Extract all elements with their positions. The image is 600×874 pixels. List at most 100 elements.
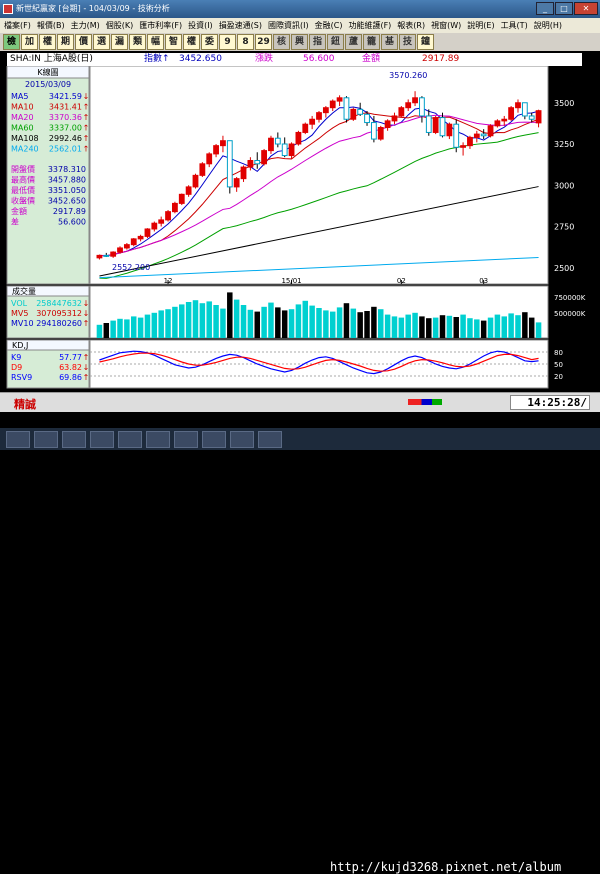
volume-bar — [261, 306, 267, 338]
volume-bar — [357, 312, 363, 338]
toolbar-button[interactable]: 蘆 — [345, 34, 362, 50]
candle-body — [460, 145, 466, 148]
menu-item[interactable]: 報價(B) — [37, 18, 65, 33]
taskbar-app[interactable] — [34, 431, 58, 448]
window-titlebar: 新世紀贏家 [台期] - 104/03/09 - 技術分析 _ □ ✕ — [0, 0, 600, 18]
candle-body — [357, 108, 364, 115]
ma-arrow: ↑ — [83, 134, 90, 143]
taskbar-app[interactable] — [174, 431, 198, 448]
taskbar-app[interactable] — [118, 431, 142, 448]
menu-item[interactable]: 個股(K) — [106, 18, 134, 33]
menu-item[interactable]: 主力(M) — [71, 18, 100, 33]
technical-chart[interactable]: K線圖2015/03/09MA5 3421.59 ↓MA10 3431.41 ↑MA20… — [0, 66, 600, 392]
toolbar-button[interactable]: 權 — [183, 34, 200, 50]
menu-item[interactable]: 說明(H) — [534, 18, 562, 33]
candle-body — [377, 127, 384, 140]
toolbar-button[interactable]: 幅 — [147, 34, 164, 50]
candle-body — [268, 137, 274, 152]
volume-bar — [371, 306, 377, 338]
menu-item[interactable]: 國際資訊(I) — [268, 18, 309, 33]
kd-tick: 20 — [554, 373, 563, 381]
candle-body — [295, 131, 302, 145]
minimize-button[interactable]: _ — [536, 2, 554, 15]
volume-bar — [426, 318, 432, 338]
menu-item[interactable]: 金融(C) — [315, 18, 343, 33]
toolbar-button[interactable]: 類 — [129, 34, 146, 50]
candle-body — [384, 120, 391, 129]
volume-bar — [350, 308, 357, 338]
price-tick: 3500 — [554, 99, 574, 108]
toolbar-button[interactable]: 鐘 — [417, 34, 434, 50]
toolbar-button[interactable]: 8 — [237, 34, 254, 50]
vol-label: MV10 — [11, 319, 34, 328]
candle-body — [391, 115, 398, 122]
menu-item[interactable]: 工具(T) — [501, 18, 528, 33]
toolbar-button[interactable]: 興 — [291, 34, 308, 50]
vol-value: 294180260 — [36, 319, 82, 328]
ma-value: 2992.46 — [49, 134, 82, 143]
volume-bar — [130, 316, 137, 338]
volume-bar — [172, 306, 178, 338]
kd-label: K9 — [11, 353, 21, 362]
volume-bar — [474, 319, 480, 338]
menu-item[interactable]: 損盈速通(S) — [219, 18, 262, 33]
taskbar-app[interactable] — [230, 431, 254, 448]
candle-body — [343, 97, 350, 120]
menu-item[interactable]: 說明(E) — [467, 18, 494, 33]
volume-bar — [137, 317, 144, 338]
menu-item[interactable]: 功能維護(F) — [348, 18, 391, 33]
candle-body — [123, 244, 130, 249]
candle-body — [206, 153, 213, 165]
toolbar-button[interactable]: 指 — [309, 34, 326, 50]
close-button[interactable]: ✕ — [574, 2, 598, 15]
price-tick: 2750 — [554, 223, 574, 232]
candle-body — [508, 107, 515, 120]
menubar: 檔案(F) 報價(B) 主力(M) 個股(K) 匯市利率(F) 投資(I) 損盈速通(S) 國… — [0, 18, 600, 33]
price-panel — [89, 66, 549, 285]
menu-item[interactable]: 報表(R) — [397, 18, 425, 33]
taskbar-app[interactable] — [90, 431, 114, 448]
volume-bar — [165, 309, 171, 338]
volume-bar — [96, 324, 103, 338]
toolbar-button[interactable]: 選 — [93, 34, 110, 50]
toolbar-button[interactable]: 鈕 — [327, 34, 344, 50]
volume-bar — [446, 315, 453, 338]
volume-bar — [419, 316, 425, 338]
toolbar-button[interactable]: 價 — [75, 34, 92, 50]
toolbar-button[interactable]: 9 — [219, 34, 236, 50]
ma-value: 3337.00 — [49, 124, 82, 133]
kd-value: 69.86 — [59, 373, 82, 382]
menu-item[interactable]: 匯市利率(F) — [139, 18, 182, 33]
menu-item[interactable]: 投資(I) — [188, 18, 213, 33]
toolbar-button[interactable]: 29 — [255, 34, 272, 50]
toolbar-button[interactable]: 基 — [381, 34, 398, 50]
toolbar-button[interactable]: 期 — [57, 34, 74, 50]
vol-label: VOL — [11, 299, 28, 308]
toolbar-button[interactable]: 加 — [21, 34, 38, 50]
menu-item[interactable]: 檔案(F) — [4, 18, 31, 33]
toolbar-button[interactable]: 委 — [201, 34, 218, 50]
volume-bar — [117, 318, 123, 338]
taskbar-app[interactable] — [62, 431, 86, 448]
toolbar-button[interactable]: 籠 — [363, 34, 380, 50]
toolbar-button[interactable]: 檢 — [3, 34, 20, 50]
info-panel-title: K線圖 — [37, 67, 58, 77]
volume-bar — [480, 320, 487, 338]
taskbar-app[interactable] — [258, 431, 282, 448]
maximize-button[interactable]: □ — [555, 2, 573, 15]
volume-bar — [391, 316, 398, 338]
toolbar-button[interactable]: 核 — [273, 34, 290, 50]
quote-label: 開盤價 — [11, 164, 35, 174]
taskbar-app[interactable] — [202, 431, 226, 448]
toolbar-button[interactable]: 漏 — [111, 34, 128, 50]
taskbar-app[interactable] — [6, 431, 30, 448]
volume-bar — [227, 292, 233, 338]
taskbar-app[interactable] — [146, 431, 170, 448]
volume-bar — [329, 311, 336, 338]
toolbar-button[interactable]: 權 — [39, 34, 56, 50]
menu-item[interactable]: 視窗(W) — [431, 18, 461, 33]
candle-body — [178, 193, 185, 204]
toolbar-button[interactable]: 技 — [399, 34, 416, 50]
toolbar-button[interactable]: 智 — [165, 34, 182, 50]
window-title: 新世紀贏家 [台期] - 104/03/09 - 技術分析 — [16, 4, 170, 13]
